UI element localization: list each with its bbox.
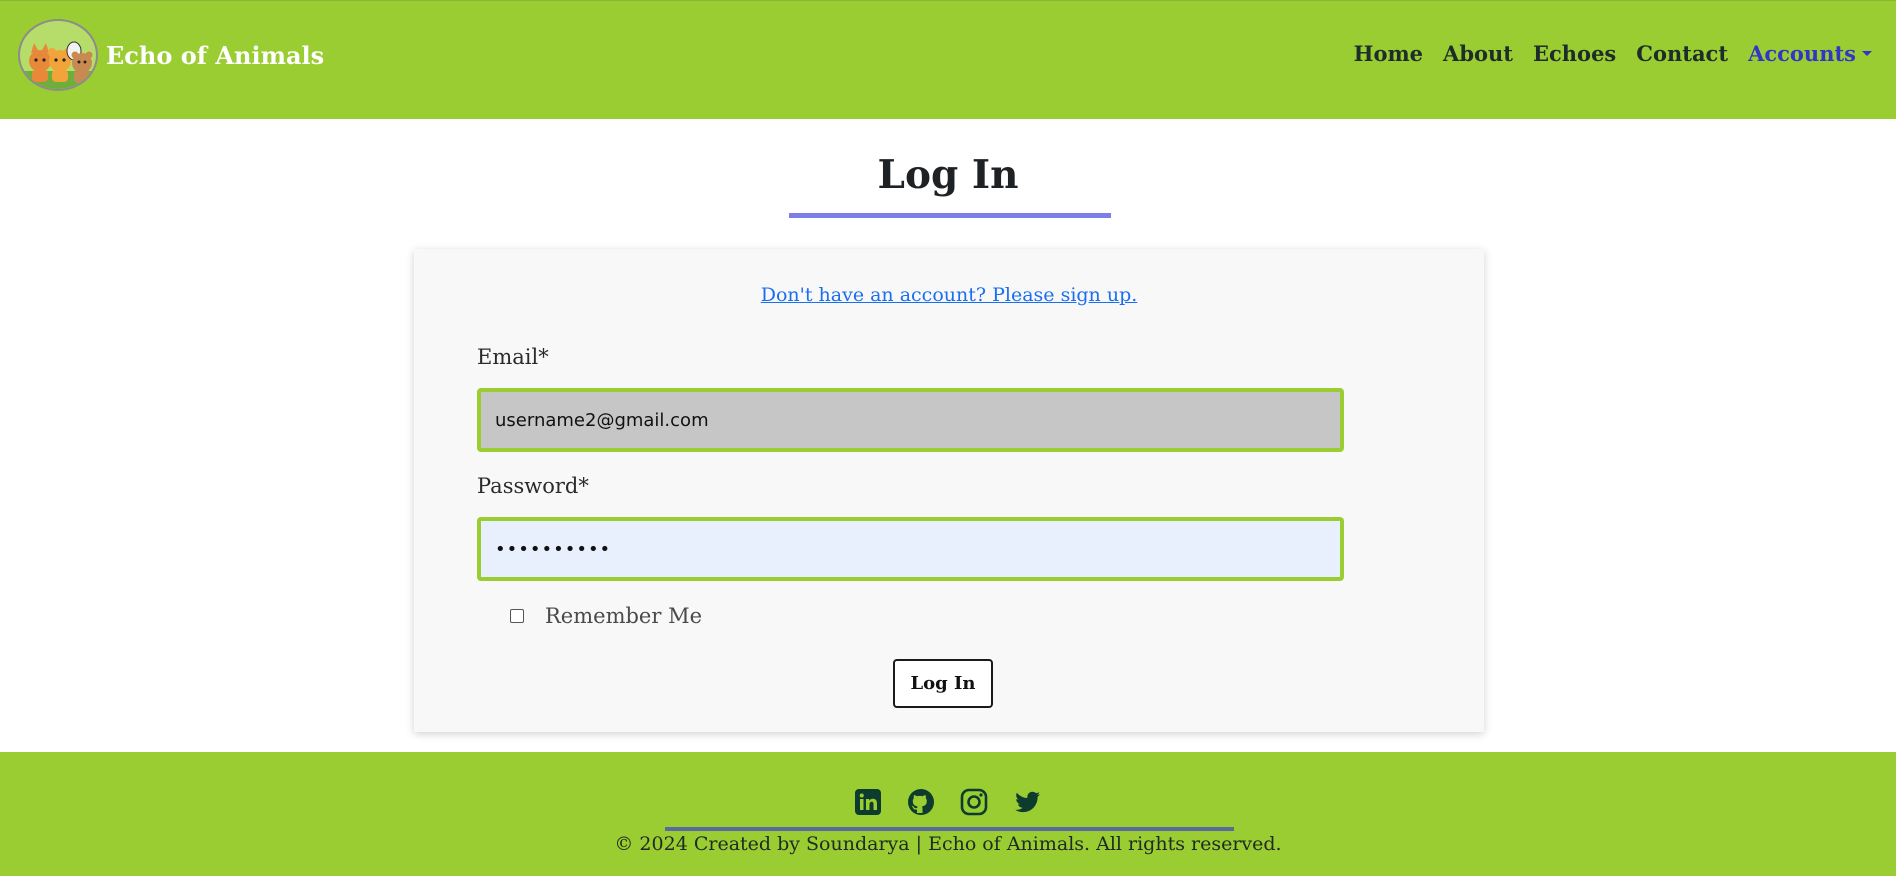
- brand-name: Echo of Animals: [106, 40, 325, 70]
- logo: [18, 19, 98, 91]
- signup-link-wrapper: Don't have an account? Please sign up.: [414, 284, 1484, 306]
- nav-accounts-label: Accounts: [1748, 41, 1856, 66]
- github-icon[interactable]: [906, 787, 936, 817]
- twitter-icon[interactable]: [1012, 787, 1042, 817]
- remember-me-row: Remember Me: [510, 604, 702, 628]
- password-input[interactable]: [477, 517, 1344, 581]
- page-title: Log In: [877, 152, 1019, 198]
- brand-link[interactable]: Echo of Animals: [18, 19, 324, 91]
- nav-accounts-dropdown[interactable]: Accounts: [1748, 41, 1872, 66]
- copyright-text: © 2024 Created by Soundarya | Echo of An…: [614, 833, 1282, 855]
- nav-echoes[interactable]: Echoes: [1533, 41, 1616, 66]
- title-underline: [789, 213, 1111, 218]
- footer: © 2024 Created by Soundarya | Echo of An…: [0, 752, 1896, 876]
- caret-down-icon: [1862, 51, 1872, 56]
- login-button[interactable]: Log In: [893, 659, 993, 708]
- main-nav: Home About Echoes Contact Accounts: [1334, 41, 1872, 66]
- remember-me-label: Remember Me: [545, 604, 703, 628]
- password-label: Password*: [477, 474, 589, 498]
- remember-me-checkbox[interactable]: [510, 609, 524, 623]
- instagram-icon[interactable]: [959, 787, 989, 817]
- email-label: Email*: [477, 345, 549, 369]
- navbar: Echo of Animals Home About Echoes Contac…: [0, 0, 1896, 119]
- login-card: Don't have an account? Please sign up. E…: [414, 249, 1484, 732]
- social-links: [853, 787, 1065, 817]
- nav-about[interactable]: About: [1443, 41, 1513, 66]
- linkedin-icon[interactable]: [853, 787, 883, 817]
- nav-contact[interactable]: Contact: [1636, 41, 1728, 66]
- signup-link[interactable]: Don't have an account? Please sign up.: [761, 284, 1138, 306]
- email-input[interactable]: [477, 388, 1344, 452]
- footer-divider: [665, 827, 1234, 831]
- nav-home[interactable]: Home: [1354, 41, 1423, 66]
